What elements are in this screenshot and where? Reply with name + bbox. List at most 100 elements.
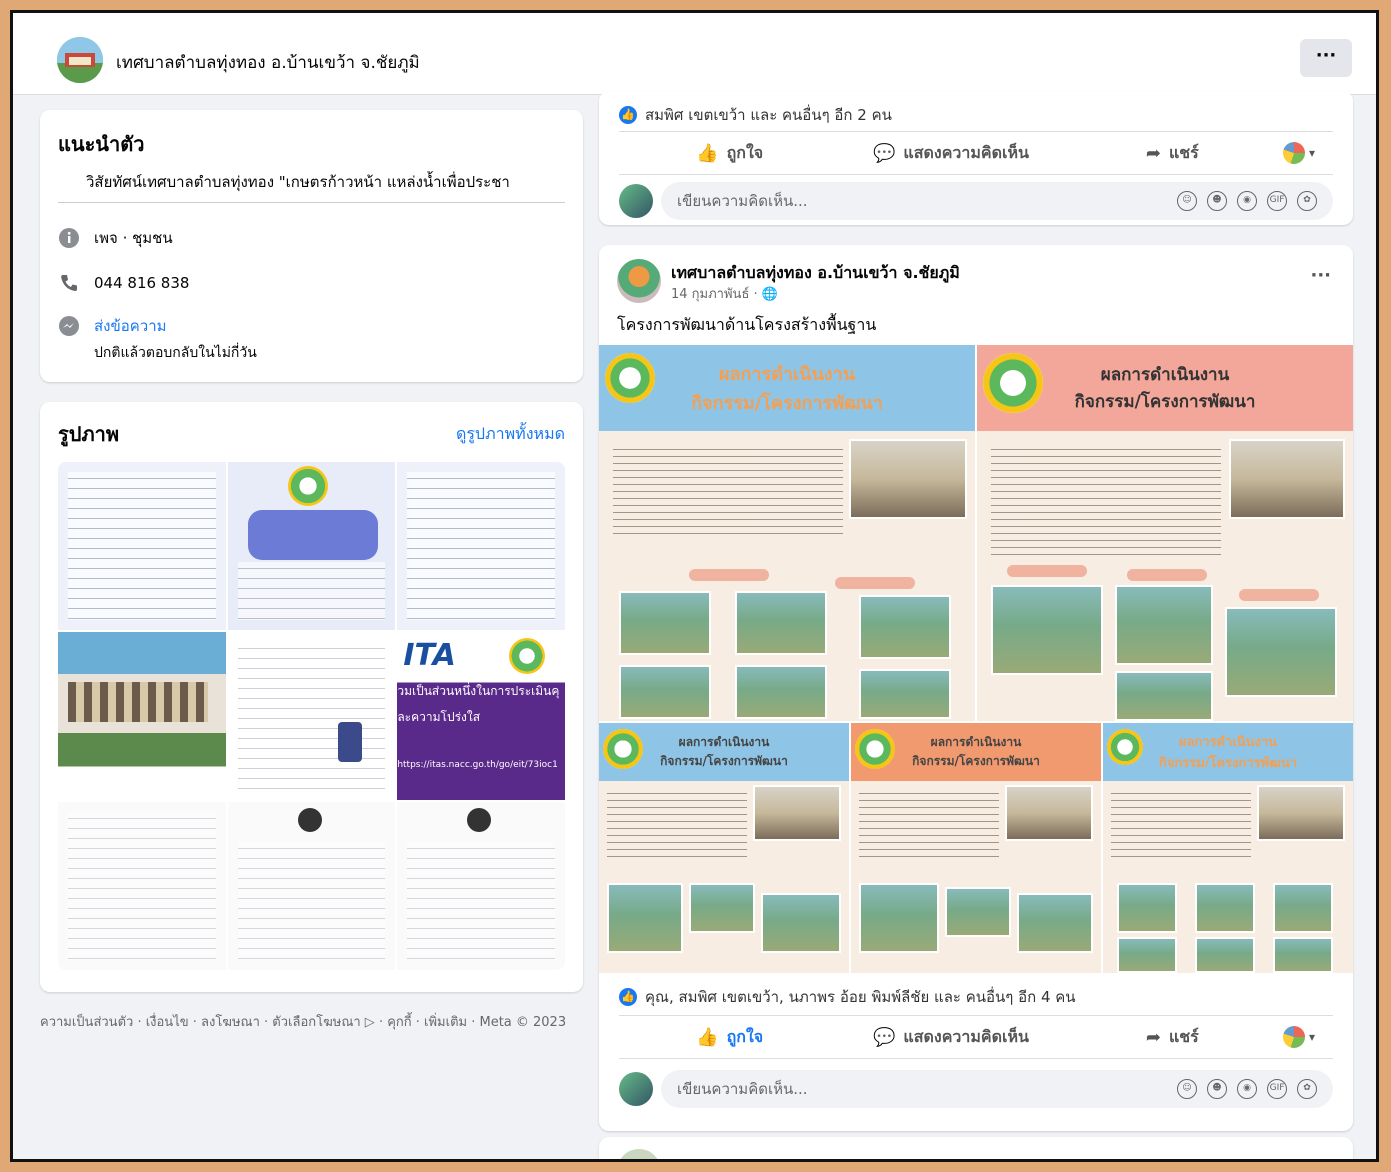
send-message-link[interactable]: ส่งข้อความ [94,314,167,338]
intro-vision: วิสัยทัศน์เทศบาลตำบลทุ่งทอง "เกษตรก้าวหน… [86,173,510,191]
more-options-button[interactable]: ··· [1300,39,1352,77]
comment-icon: 💬 [873,142,896,164]
photo-thumbnail[interactable]: ITA วมเป็นส่วนหนึ่งในการประเมินคุ ละความ… [397,632,565,800]
comment-input[interactable]: เขียนความคิดเห็น... ☺ ☻ ◉ GIF ✿ [661,182,1333,220]
banner-heading-2: กิจกรรม/โครงการพัฒนา [691,393,883,414]
photo-thumbnail[interactable] [227,462,396,630]
comment-button[interactable]: 💬 แสดงความคิดเห็น [840,141,1061,166]
sticker-icon[interactable]: ✿ [1297,191,1317,211]
photo-thumbnail[interactable] [58,462,226,630]
comment-composer: เขียนความคิดเห็น... ☺ ☻ ◉ GIF ✿ [619,181,1333,221]
comment-tools: ☺ ☻ ◉ GIF ✿ [1177,1079,1317,1099]
share-icon: ➦ [1145,1026,1161,1048]
photo-grid: ITA วมเป็นส่วนหนึ่งในการประเมินคุ ละความ… [58,462,565,970]
category-text: เพจ · ชุมชน [94,229,173,247]
intro-title: แนะนำตัว [58,132,145,156]
post-card: 👍 สมพิศ เขตเขว้า และ คนอื่นๆ อีก 2 คน 👍 ถ… [599,91,1353,225]
banner-heading-2: กิจกรรม/โครงการพัฒนา [1158,756,1298,771]
emoji-icon[interactable]: ☻ [1207,1079,1227,1099]
post-image[interactable]: ผลการดำเนินงาน กิจกรรม/โครงการพัฒนา [851,723,1101,973]
banner-heading-2: กิจกรรม/โครงการพัฒนา [660,754,788,768]
share-icon: ➦ [1145,142,1161,164]
post-card: เทศบาลตำบลทุ่งทอง อ.บ้านเขว้า จ.ชัยภูมิ … [599,245,1353,1131]
comment-icon: 💬 [873,1026,896,1048]
thumbs-up-icon: 👍 [696,1026,719,1048]
post-date[interactable]: 14 กุมภาพันธ์ · 🌐 [671,283,778,304]
banner-heading-2: กิจกรรม/โครงการพัฒนา [1074,392,1256,412]
ita-text-1: วมเป็นส่วนหนึ่งในการประเมินคุ [397,684,560,698]
reply-note: ปกติแล้วตอบกลับในไม่กี่วัน [94,345,257,361]
post-image[interactable]: ผลการดำเนินงาน กิจกรรม/โครงการพัฒนา [977,345,1353,721]
ita-logo: ITA [403,638,456,673]
post-as-selector[interactable]: ▾ [1282,1026,1333,1048]
photo-thumbnail[interactable] [227,632,396,800]
author-avatar[interactable] [617,1149,661,1159]
footer-links[interactable]: ความเป็นส่วนตัว · เงื่อนไข · ลงโฆษณา · ต… [40,1011,566,1032]
banner-heading-1: ผลการดำเนินงาน [930,735,1022,749]
post-card [599,1137,1353,1159]
chevron-down-icon: ▾ [1308,1030,1316,1044]
intro-card: แนะนำตัว วิสัยทัศน์เทศบาลตำบลทุ่งทอง "เก… [40,110,583,382]
photos-card: รูปภาพ ดูรูปภาพทั้งหมด ITA วมเป็นส่วนหนึ… [40,402,583,992]
globe-icon: 🌐 [761,287,778,302]
page-mini-avatar [1282,142,1305,164]
photo-thumbnail[interactable] [58,802,226,970]
gif-icon[interactable]: GIF [1267,1079,1287,1099]
see-all-photos-link[interactable]: ดูรูปภาพทั้งหมด [456,422,565,447]
page-title[interactable]: เทศบาลตำบลทุ่งทอง อ.บ้านเขว้า จ.ชัยภูมิ [116,49,420,76]
page-avatar[interactable] [57,37,103,83]
like-button[interactable]: 👍 ถูกใจ [619,1025,840,1050]
banner-heading-1: ผลการดำเนินงาน [678,735,770,749]
photo-thumbnail[interactable] [397,462,565,630]
like-reaction-icon: 👍 [619,106,637,124]
phone-number[interactable]: 044 816 838 [94,274,189,292]
like-button[interactable]: 👍 ถูกใจ [619,141,840,166]
ita-url: https://itas.nacc.go.th/go/eit/73ioc1 [397,760,558,770]
post-image[interactable]: ผลการดำเนินงาน กิจกรรม/โครงการพัฒนา [1103,723,1353,973]
post-image[interactable]: ผลการดำเนินงาน กิจกรรม/โครงการพัฒนา [599,723,849,973]
phone-icon [58,272,80,294]
post-more-button[interactable]: ··· [1310,265,1331,286]
banner-heading-2: กิจกรรม/โครงการพัฒนา [912,754,1040,768]
page-header: เทศบาลตำบลทุ่งทอง อ.บ้านเขว้า จ.ชัยภูมิ … [13,13,1376,95]
info-icon [58,227,80,249]
photo-thumbnail[interactable] [58,632,226,800]
banner-heading-1: ผลการดำเนินงาน [1100,365,1230,385]
photo-thumbnail[interactable] [227,802,396,970]
chevron-down-icon: ▾ [1308,146,1316,160]
user-avatar [619,184,653,218]
divider [58,202,565,203]
ita-text-2: ละความโปร่งใส [397,710,481,724]
post-actions: 👍 ถูกใจ 💬 แสดงความคิดเห็น ➦ แชร์ ▾ [619,131,1333,175]
gif-icon[interactable]: GIF [1267,191,1287,211]
thumbs-up-icon: 👍 [696,142,719,164]
camera-icon[interactable]: ◉ [1237,191,1257,211]
share-button[interactable]: ➦ แชร์ [1062,141,1283,166]
comment-button[interactable]: 💬 แสดงความคิดเห็น [840,1025,1061,1050]
like-reaction-icon: 👍 [619,988,637,1006]
message-row[interactable]: ส่งข้อความ [58,314,167,338]
post-image[interactable]: ผลการดำเนินงาน กิจกรรม/โครงการพัฒนา [599,345,975,721]
photos-title: รูปภาพ [58,422,120,446]
comment-composer: เขียนความคิดเห็น... ☺ ☻ ◉ GIF ✿ [619,1069,1333,1109]
post-actions: 👍 ถูกใจ 💬 แสดงความคิดเห็น ➦ แชร์ ▾ [619,1015,1333,1059]
author-avatar[interactable] [617,259,661,303]
emoji-icon[interactable]: ☻ [1207,191,1227,211]
share-button[interactable]: ➦ แชร์ [1062,1025,1283,1050]
sticker-icon[interactable]: ✿ [1297,1079,1317,1099]
camera-icon[interactable]: ◉ [1237,1079,1257,1099]
page-mini-avatar [1282,1026,1305,1048]
reaction-summary[interactable]: 👍 สมพิศ เขตเขว้า และ คนอื่นๆ อีก 2 คน [619,103,892,127]
category-row: เพจ · ชุมชน [58,226,173,250]
reaction-summary[interactable]: 👍 คุณ, สมพิศ เขตเขว้า, นภาพร อ้อย พิมพ์ล… [619,985,1076,1009]
comment-tools: ☺ ☻ ◉ GIF ✿ [1177,191,1317,211]
banner-heading-1: ผลการดำเนินงาน [1178,735,1278,750]
photo-thumbnail[interactable] [397,802,565,970]
browser-frame: เทศบาลตำบลทุ่งทอง อ.บ้านเขว้า จ.ชัยภูมิ … [10,10,1379,1162]
avatar-sticker-icon[interactable]: ☺ [1177,191,1197,211]
post-as-selector[interactable]: ▾ [1282,142,1333,164]
comment-input[interactable]: เขียนความคิดเห็น... ☺ ☻ ◉ GIF ✿ [661,1070,1333,1108]
avatar-sticker-icon[interactable]: ☺ [1177,1079,1197,1099]
phone-row: 044 816 838 [58,272,189,294]
banner-heading-1: ผลการดำเนินงาน [718,364,855,385]
